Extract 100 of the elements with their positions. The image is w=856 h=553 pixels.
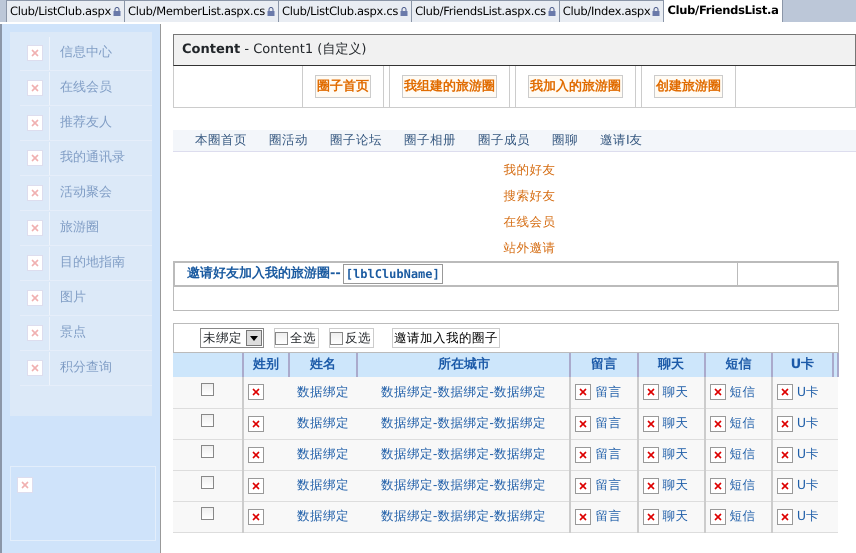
broken-image-icon <box>710 384 726 400</box>
broken-image-icon <box>642 384 659 400</box>
broken-image-icon <box>642 508 659 525</box>
dropdown[interactable]: 未绑定 <box>200 328 264 348</box>
invert-selection-checkbox[interactable]: 反选 <box>329 328 374 348</box>
broken-image-icon <box>575 446 592 463</box>
document-tab[interactable]: Club/FriendsList.aspx.cs <box>411 0 560 22</box>
circle-link-button[interactable]: 我组建的旅游圈 <box>402 74 497 98</box>
broken-image-icon <box>776 416 793 432</box>
broken-image-icon <box>642 416 659 432</box>
document-tab[interactable]: Club/ListClub.aspx.cs <box>278 0 412 22</box>
document-tab[interactable]: Club/ListClub.aspx <box>6 0 126 22</box>
nav-link[interactable]: 圈活动 <box>269 131 308 150</box>
table-cell: 数据绑定 <box>289 408 358 439</box>
broken-image-icon <box>710 478 726 494</box>
broken-image-icon <box>26 45 42 61</box>
action-link[interactable]: 留言 <box>595 508 622 524</box>
invite-button[interactable]: 邀请加入我的圈子 <box>392 328 500 348</box>
action-link[interactable]: 聊天 <box>662 415 689 430</box>
action-link[interactable]: 留言 <box>595 415 622 430</box>
action-link[interactable]: 短信 <box>730 446 756 462</box>
document-tab[interactable]: Club/MemberList.aspx.cs <box>124 0 279 22</box>
action-link[interactable]: U卡 <box>796 508 819 524</box>
broken-image-icon <box>776 446 793 463</box>
broken-image-icon <box>776 478 793 494</box>
column-header: 姓名 <box>289 353 358 377</box>
table-cell: 数据绑定-数据绑定-数据绑定 <box>357 408 570 439</box>
action-link[interactable]: 聊天 <box>662 384 689 399</box>
broken-image-icon <box>26 115 42 131</box>
nav-link[interactable]: 邀请I友 <box>600 131 643 150</box>
table-cell: 数据绑定-数据绑定-数据绑定 <box>357 501 570 532</box>
club-name-label: [lblClubName] <box>342 264 443 284</box>
broken-image-icon <box>26 220 42 236</box>
column-header: 留言 <box>570 353 638 377</box>
friend-link[interactable]: 在线会员 <box>504 212 556 231</box>
broken-image-icon <box>575 478 592 494</box>
circle-link-button[interactable]: 创建旅游圈 <box>654 74 723 98</box>
broken-image-icon <box>248 384 264 400</box>
broken-image-icon <box>26 325 42 341</box>
friend-link[interactable]: 我的好友 <box>504 160 556 179</box>
select-all-checkbox[interactable]: 全选 <box>274 328 319 348</box>
row-checkbox[interactable] <box>201 445 214 458</box>
broken-image-icon <box>26 80 42 96</box>
content-title: Content - Content1 (自定义) <box>182 41 366 60</box>
broken-image-icon <box>710 446 726 463</box>
table-cell: 数据绑定 <box>289 439 358 470</box>
table-cell: 数据绑定-数据绑定-数据绑定 <box>357 377 570 408</box>
broken-image-icon <box>575 508 592 525</box>
action-link[interactable]: 留言 <box>595 446 622 462</box>
action-link[interactable]: U卡 <box>796 415 819 430</box>
column-header: 短信 <box>704 353 772 377</box>
document-tab[interactable]: Club/Index.aspx <box>558 0 664 22</box>
action-link[interactable]: 短信 <box>730 384 756 399</box>
broken-image-icon <box>26 360 42 376</box>
action-link[interactable]: 短信 <box>730 477 756 492</box>
action-link[interactable]: 聊天 <box>662 477 689 492</box>
action-link[interactable]: 聊天 <box>662 446 689 462</box>
nav-link[interactable]: 本圈首页 <box>195 131 247 150</box>
row-checkbox[interactable] <box>201 476 214 490</box>
action-link[interactable]: 短信 <box>730 415 756 430</box>
nav-link[interactable]: 圈子论坛 <box>330 131 382 150</box>
nav-link[interactable]: 圈子成员 <box>478 131 530 150</box>
action-link[interactable]: 留言 <box>595 477 622 492</box>
table-cell: 数据绑定-数据绑定-数据绑定 <box>357 439 570 470</box>
table-cell: 数据绑定 <box>289 470 358 501</box>
table-cell: 数据绑定 <box>289 501 358 532</box>
document-tab[interactable]: Club/FriendsList.a <box>663 0 783 22</box>
action-link[interactable]: U卡 <box>796 477 819 492</box>
action-link[interactable]: U卡 <box>796 384 819 399</box>
broken-image-icon <box>248 508 264 525</box>
broken-image-icon <box>26 185 42 201</box>
row-checkbox[interactable] <box>201 382 214 396</box>
broken-image-icon <box>17 476 33 493</box>
broken-image-icon <box>26 290 42 306</box>
broken-image-icon <box>710 508 726 525</box>
broken-image-icon <box>26 255 42 271</box>
row-checkbox[interactable] <box>201 414 214 428</box>
broken-image-icon <box>776 508 793 525</box>
broken-image-icon <box>776 384 793 400</box>
table-cell: 数据绑定-数据绑定-数据绑定 <box>357 470 570 501</box>
action-link[interactable]: 聊天 <box>662 508 689 524</box>
friend-link[interactable]: 站外邀请 <box>504 238 556 257</box>
table-cell: 数据绑定 <box>289 377 358 408</box>
broken-image-icon <box>575 416 592 432</box>
action-link[interactable]: 短信 <box>730 508 756 524</box>
broken-image-icon <box>248 416 264 432</box>
row-checkbox[interactable] <box>201 507 214 520</box>
invite-title: 邀请好友加入我的旅游圈-- <box>187 264 341 284</box>
broken-image-icon <box>710 416 726 432</box>
broken-image-icon <box>575 384 592 400</box>
action-link[interactable]: U卡 <box>796 446 819 462</box>
action-link[interactable]: 留言 <box>595 384 622 399</box>
nav-link[interactable]: 圈子相册 <box>404 131 456 150</box>
broken-image-icon <box>248 446 264 463</box>
broken-image-icon <box>642 446 659 463</box>
nav-link[interactable]: 圈聊 <box>552 131 578 150</box>
circle-link-button[interactable]: 我加入的旅游圈 <box>528 74 623 98</box>
circle-link-button[interactable]: 圈子首页 <box>315 74 371 98</box>
friend-link[interactable]: 搜索好友 <box>504 186 556 205</box>
column-header: 所在城市 <box>357 353 570 377</box>
